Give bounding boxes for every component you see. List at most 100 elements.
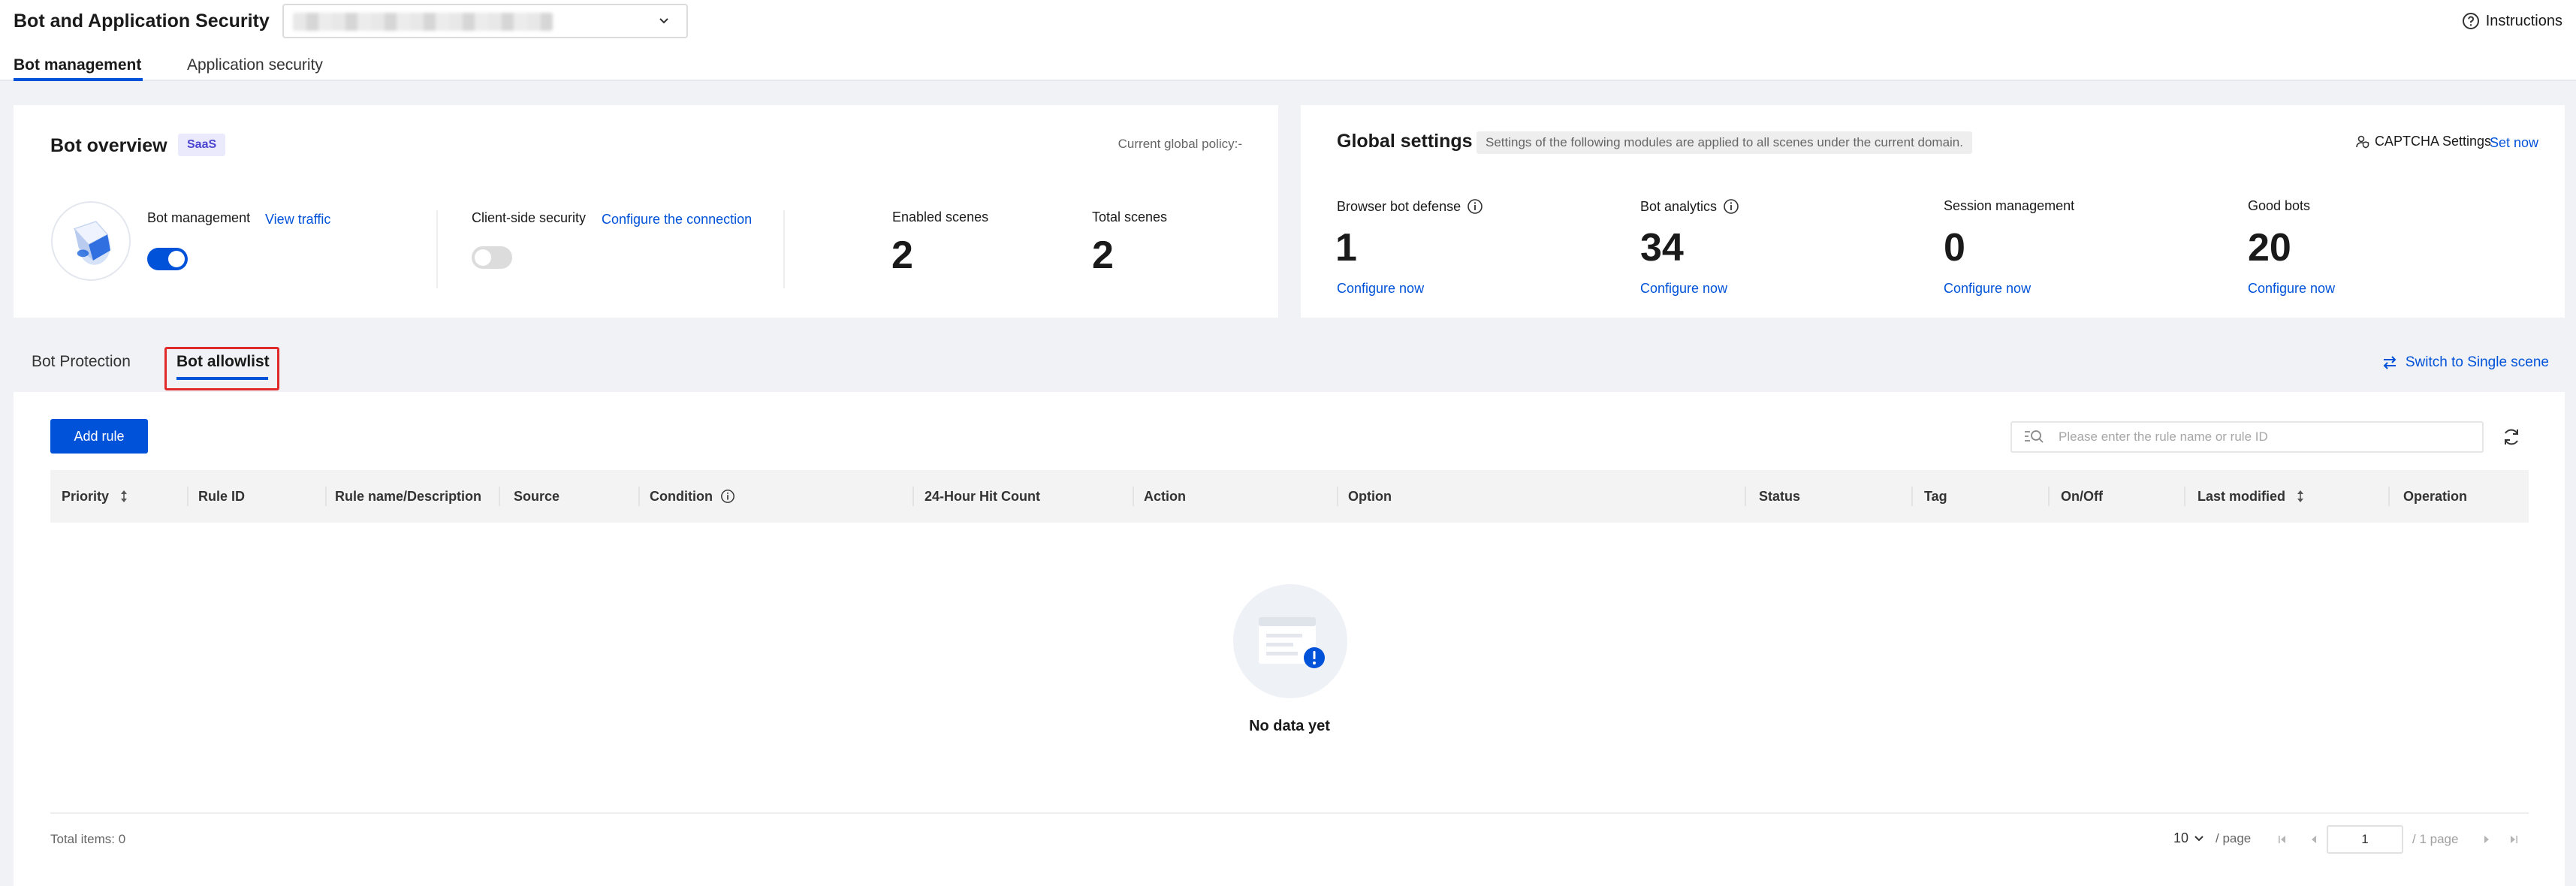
current-global-policy: Current global policy:- <box>1118 137 1242 151</box>
view-traffic-link[interactable]: View traffic <box>265 212 330 228</box>
captcha-settings-label: CAPTCHA Settings <box>2355 134 2491 149</box>
column-header-tag: Tag <box>1924 489 1947 504</box>
global-settings-description: Settings of the following modules are ap… <box>1477 131 1972 154</box>
chevron-right-icon <box>2484 836 2489 843</box>
per-page-label: / page <box>2216 831 2252 845</box>
column-separator <box>1745 487 1746 506</box>
column-separator <box>1337 487 1338 506</box>
column-separator <box>638 487 640 506</box>
column-header-priority[interactable]: Priority <box>62 470 131 523</box>
column-header-hit-count: 24-Hour Hit Count <box>925 489 1040 504</box>
column-header-action: Action <box>1144 489 1186 504</box>
captcha-settings-text: CAPTCHA Settings <box>2374 134 2491 149</box>
chevron-down-icon <box>2194 835 2203 841</box>
column-separator <box>2184 487 2185 506</box>
column-label: Last modified <box>2197 489 2286 504</box>
captcha-set-now-link[interactable]: Set now <box>2490 135 2538 151</box>
total-items-text: Total items: 0 <box>50 832 126 846</box>
configure-connection-link[interactable]: Configure the connection <box>602 212 752 228</box>
rule-search-box[interactable] <box>2010 421 2484 453</box>
active-tab-indicator <box>14 78 143 81</box>
app-title: Bot and Application Security <box>14 11 270 32</box>
module-label: Bot analytics <box>1640 198 1718 214</box>
info-icon[interactable] <box>1723 198 1739 215</box>
next-page-button[interactable] <box>2475 824 2498 854</box>
column-header-operation: Operation <box>2403 489 2468 504</box>
user-shield-icon <box>2356 135 2369 148</box>
column-header-option: Option <box>1348 489 1392 504</box>
session-management-label: Session management <box>1944 198 2074 214</box>
filter-search-icon <box>2025 430 2044 443</box>
column-header-rule-name: Rule name/Description <box>335 489 482 504</box>
total-pages-label: / 1 page <box>2412 832 2459 846</box>
info-icon[interactable] <box>720 489 735 504</box>
active-subtab-indicator <box>176 377 268 380</box>
chevron-left-icon <box>2312 836 2316 843</box>
current-page-input[interactable] <box>2327 825 2403 854</box>
tab-bot-allowlist[interactable]: Bot allowlist <box>176 353 270 371</box>
global-settings-card: Global settings Settings of the followin… <box>1301 105 2565 318</box>
browser-bot-defense-value: 1 <box>1335 226 1357 270</box>
column-separator <box>499 487 500 506</box>
sort-icon[interactable] <box>2293 489 2308 504</box>
good-bots-configure-link[interactable]: Configure now <box>2248 281 2335 297</box>
instructions-link[interactable]: Instructions <box>2462 12 2562 30</box>
column-label: Priority <box>62 489 110 504</box>
column-header-status: Status <box>1759 489 1801 504</box>
browser-bot-defense-label: Browser bot defense <box>1337 198 1483 215</box>
empty-state-illustration-icon <box>1233 584 1347 698</box>
last-page-icon <box>2511 836 2517 843</box>
good-bots-label: Good bots <box>2248 198 2310 214</box>
bot-analytics-configure-link[interactable]: Configure now <box>1640 281 1727 297</box>
redacted-domain-value <box>293 13 553 31</box>
switch-to-single-scene-label: Switch to Single scene <box>2405 354 2549 370</box>
total-scenes-value: 2 <box>1092 234 1114 277</box>
good-bots-value: 20 <box>2248 226 2291 270</box>
column-separator <box>2048 487 2050 506</box>
divider <box>436 210 438 288</box>
module-label: Good bots <box>2248 198 2311 213</box>
column-header-on-off: On/Off <box>2061 489 2103 504</box>
session-management-configure-link[interactable]: Configure now <box>1944 281 2031 297</box>
empty-state-text: No data yet <box>1249 718 1330 734</box>
column-header-last-modified[interactable]: Last modified <box>2197 470 2308 523</box>
client-side-security-toggle[interactable] <box>472 246 512 269</box>
sort-icon[interactable] <box>116 489 131 504</box>
previous-page-button[interactable] <box>2303 824 2325 854</box>
refresh-icon[interactable] <box>2501 426 2522 448</box>
enabled-scenes-value: 2 <box>891 234 913 277</box>
session-management-value: 0 <box>1944 226 1965 270</box>
client-side-security-label: Client-side security <box>472 210 587 225</box>
chevron-down-icon <box>659 18 668 24</box>
instructions-label: Instructions <box>2485 12 2562 29</box>
column-header-condition: Condition <box>650 470 735 523</box>
module-label: Browser bot defense <box>1337 198 1461 214</box>
last-page-button[interactable] <box>2502 824 2525 854</box>
column-separator <box>187 487 189 506</box>
tab-bot-management[interactable]: Bot management <box>14 54 141 77</box>
column-header-source: Source <box>514 489 560 504</box>
first-page-button[interactable] <box>2271 824 2294 854</box>
column-separator <box>912 487 914 506</box>
column-label: Condition <box>650 489 713 504</box>
add-rule-button[interactable]: Add rule <box>50 419 148 454</box>
bot-overview-card: Bot overview SaaS Current global policy:… <box>14 105 1278 318</box>
saas-badge: SaaS <box>178 134 226 156</box>
table-header: Priority Rule ID Rule name/Description S… <box>50 470 2529 523</box>
browser-bot-defense-configure-link[interactable]: Configure now <box>1337 281 1424 297</box>
domain-select[interactable] <box>282 4 688 38</box>
bot-management-toggle[interactable] <box>147 248 188 270</box>
global-settings-title: Global settings <box>1337 131 1473 152</box>
page-size-value: 10 <box>2173 830 2189 845</box>
search-input[interactable] <box>2059 426 2472 448</box>
page-size-select[interactable]: 10 <box>2173 830 2205 846</box>
tab-bot-protection[interactable]: Bot Protection <box>32 353 131 371</box>
column-separator <box>1133 487 1134 506</box>
tab-application-security[interactable]: Application security <box>187 54 323 77</box>
info-icon[interactable] <box>1467 198 1483 215</box>
switch-to-single-scene-link[interactable]: Switch to Single scene <box>2381 354 2549 371</box>
column-header-rule-id: Rule ID <box>198 489 246 504</box>
switch-arrows-icon <box>2383 356 2397 369</box>
help-circle-icon <box>2462 13 2479 29</box>
bot-analytics-label: Bot analytics <box>1640 198 1739 215</box>
